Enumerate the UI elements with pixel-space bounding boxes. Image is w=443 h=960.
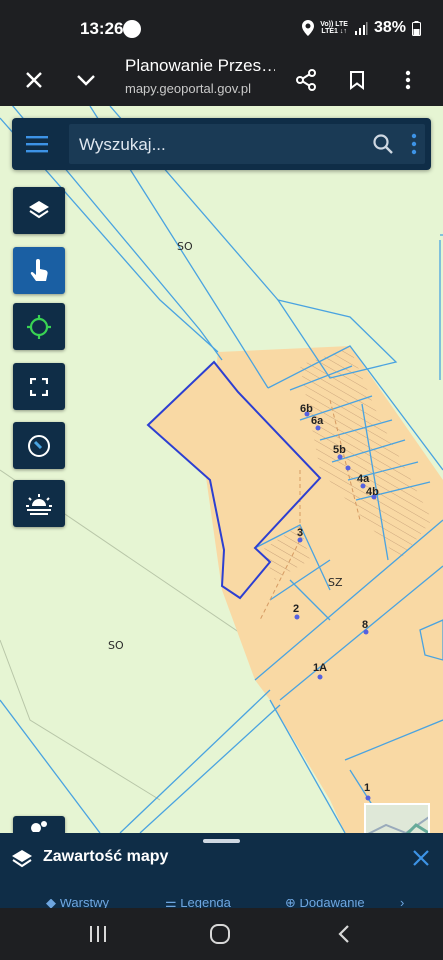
recent-apps-icon[interactable]: [86, 922, 110, 946]
map-view[interactable]: SO SO SZ 6b 6a 5b 4a 4b 3 2 8 1A 1 Wyszu…: [0, 106, 443, 833]
battery-percent: 38%: [373, 19, 406, 36]
plot-label[interactable]: 8: [362, 619, 368, 631]
status-icons: Vo)) LTE LTE1 ↓↑ 38%: [302, 19, 421, 37]
layers-icon: [29, 200, 49, 218]
plot-label[interactable]: 1: [364, 782, 370, 794]
chevron-down-icon[interactable]: [70, 64, 102, 96]
search-input[interactable]: Wyszukaj...: [69, 124, 425, 164]
minimap-icon: [367, 816, 428, 833]
measure-icon: [31, 821, 47, 832]
fullscreen-icon: [30, 377, 48, 396]
search-placeholder: Wyszukaj...: [79, 135, 166, 154]
zone-label: SZ: [328, 576, 343, 589]
page-title: Planowanie Przes…: [125, 56, 275, 75]
notification-icon: [123, 20, 141, 38]
drag-handle[interactable]: [203, 839, 240, 843]
page-url: mapy.geoportal.gov.pl: [125, 81, 251, 96]
signal-icon: [354, 22, 368, 35]
status-bar: 13:26 Vo)) LTE LTE1 ↓↑ 38%: [0, 0, 443, 56]
tap-hand-icon: [30, 258, 48, 281]
home-icon[interactable]: [208, 922, 232, 946]
battery-icon: [412, 20, 421, 36]
identify-button[interactable]: [13, 247, 65, 294]
zone-label: SO: [177, 240, 193, 253]
layers-button[interactable]: [13, 187, 65, 234]
browser-toolbar: Planowanie Przes… mapy.geoportal.gov.pl: [0, 56, 443, 106]
measure-button[interactable]: [13, 816, 65, 833]
plot-label[interactable]: 2: [293, 603, 299, 615]
map-canvas[interactable]: [0, 106, 443, 833]
sunlight-button[interactable]: [13, 480, 65, 527]
minimap-thumbnail[interactable]: [364, 803, 430, 833]
location-icon: [302, 20, 315, 36]
locate-button[interactable]: [13, 303, 65, 350]
plot-label[interactable]: 6b: [300, 403, 313, 415]
close-icon[interactable]: [18, 64, 50, 96]
close-icon[interactable]: [413, 850, 429, 866]
more-vert-icon[interactable]: [392, 64, 424, 96]
search-bar: Wyszukaj...: [12, 118, 431, 170]
plot-label[interactable]: 4b: [366, 486, 379, 498]
plot-label[interactable]: 6a: [311, 415, 323, 427]
plot-label[interactable]: 4a: [357, 473, 369, 485]
network-type: Vo)) LTE LTE1 ↓↑: [320, 21, 348, 35]
system-navigation-bar: [0, 908, 443, 960]
sunrise-icon: [26, 493, 52, 515]
plot-label[interactable]: 3: [297, 527, 303, 539]
compass-icon: [28, 434, 50, 457]
more-options-icon[interactable]: [409, 133, 419, 155]
search-icon[interactable]: [371, 132, 395, 156]
plot-label[interactable]: 5b: [333, 444, 346, 456]
crosshair-icon: [27, 314, 51, 339]
panel-title: Zawartość mapy: [43, 848, 169, 865]
plot-label[interactable]: 1A: [313, 662, 327, 674]
zone-label: SO: [108, 639, 124, 652]
fullscreen-button[interactable]: [13, 363, 65, 410]
bookmark-icon[interactable]: [341, 64, 373, 96]
hamburger-menu-icon[interactable]: [24, 132, 52, 156]
share-icon[interactable]: [290, 64, 322, 96]
compass-button[interactable]: [13, 422, 65, 469]
layers-icon: [12, 850, 32, 868]
map-content-panel: Zawartość mapy ◆ Warstwy ☰ Legenda ⊕ Dod…: [0, 833, 443, 909]
clock: 13:26: [80, 19, 124, 38]
back-icon[interactable]: [333, 922, 357, 946]
